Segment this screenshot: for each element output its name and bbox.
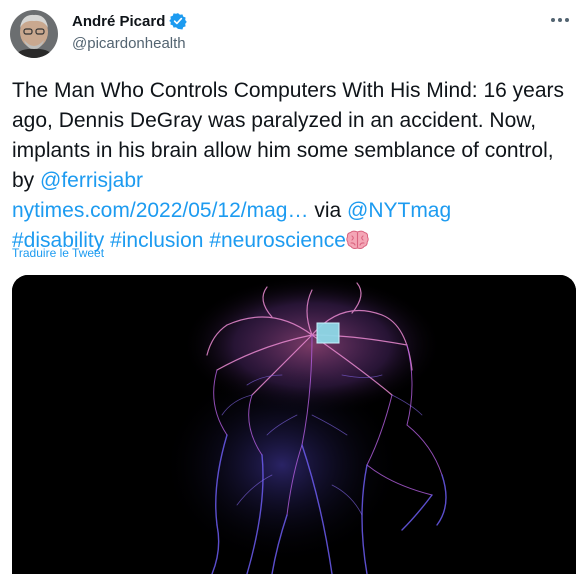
translate-tweet-link[interactable]: Traduire le Tweet — [12, 246, 104, 260]
mention-nytmag[interactable]: @NYTmag — [347, 199, 451, 222]
hashtag-neuroscience[interactable]: #neuroscience — [209, 229, 346, 252]
verified-badge-icon — [169, 12, 188, 30]
hashtag-inclusion[interactable]: #inclusion — [110, 229, 203, 252]
more-options-icon[interactable] — [548, 10, 572, 30]
tweet-via-text: via — [308, 199, 347, 222]
author-display-name[interactable]: André Picard — [72, 13, 165, 30]
mention-ferrisjabr[interactable]: @ferrisjabr — [40, 169, 143, 192]
tweet-text: The Man Who Controls Computers With His … — [12, 76, 578, 256]
avatar[interactable] — [10, 10, 58, 58]
tweet-media-image[interactable] — [12, 275, 576, 574]
author-handle[interactable]: @picardonhealth — [72, 35, 186, 52]
article-link[interactable]: nytimes.com/2022/05/12/mag… — [12, 199, 308, 222]
brain-emoji-icon — [346, 229, 369, 249]
